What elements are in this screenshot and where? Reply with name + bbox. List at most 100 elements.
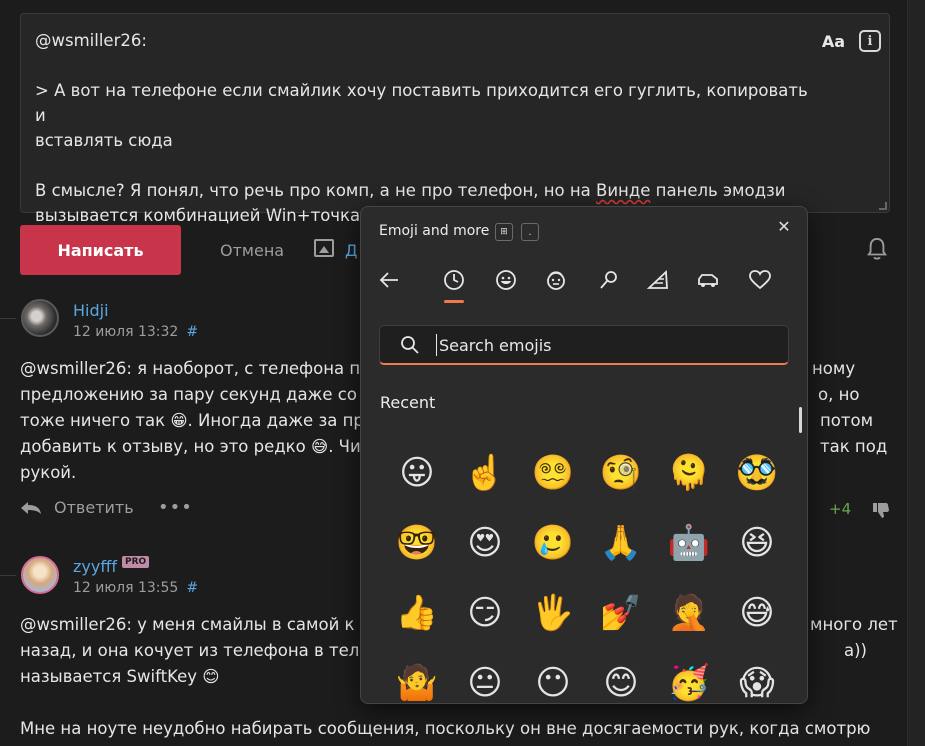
comment-line: предложению за пару секунд даже со с xyxy=(20,385,372,404)
period-key-icon: . xyxy=(521,223,539,241)
close-button[interactable]: ✕ xyxy=(773,215,795,237)
emoji-cell[interactable]: 🖐️ xyxy=(519,583,587,643)
emoji-cell[interactable]: 😐 xyxy=(451,653,519,703)
editor-line: В смысле? Я понял, что речь про комп, а … xyxy=(35,178,815,203)
emoji-cell[interactable]: 🥸 xyxy=(723,443,791,503)
comment-score: +4 xyxy=(829,500,852,518)
tab-symbols[interactable] xyxy=(591,263,625,297)
comment-line: потом xyxy=(820,411,874,430)
emoji-cell[interactable]: 🫠 xyxy=(655,443,723,503)
emoji-row: 🤓 😍 🥲 🙏 🤖 😆 xyxy=(383,513,793,583)
editor-line: @wsmiller26: xyxy=(35,31,147,50)
page-scroll-strip xyxy=(907,0,925,746)
back-button[interactable] xyxy=(373,263,407,297)
emoji-row: 👍 😏 🖐️ 💅 🤦 😅 xyxy=(383,583,793,653)
resize-grip[interactable] xyxy=(879,202,887,210)
emoji-cell[interactable]: 🙏 xyxy=(587,513,655,573)
emoji-cell[interactable]: 🥲 xyxy=(519,513,587,573)
comment-author[interactable]: Hidji xyxy=(73,301,109,320)
reply-editor[interactable]: @wsmiller26: > А вот на телефоне если см… xyxy=(20,13,890,225)
emoji-cell[interactable]: ☝️ xyxy=(451,443,519,503)
tab-emoji[interactable] xyxy=(489,263,523,297)
heart-icon xyxy=(749,270,771,290)
editor-text-fragment: В смысле? Я понял, что речь про комп, а … xyxy=(35,181,597,200)
gif-icon xyxy=(646,270,668,289)
comment-author[interactable]: zyyfff xyxy=(73,557,117,576)
comment-line: рукой. xyxy=(20,463,77,482)
comment-line: а)) xyxy=(844,641,867,660)
emoji-cell[interactable]: 😏 xyxy=(451,583,519,643)
emoji-cell[interactable]: 💅 xyxy=(587,583,655,643)
emoji-cell[interactable]: 👍 xyxy=(383,583,451,643)
reply-action[interactable]: Ответить xyxy=(20,498,134,517)
emoji-search-box[interactable] xyxy=(379,325,789,365)
emoji-cell[interactable]: 🤓 xyxy=(383,513,451,573)
emoji-category-bar xyxy=(361,263,807,305)
emoji-cell[interactable]: 😱 xyxy=(723,653,791,703)
emoji-panel: Emoji and more ⊞ . ✕ Recent xyxy=(360,206,808,704)
search-icon xyxy=(401,336,419,354)
editor-content[interactable]: @wsmiller26: > А вот на телефоне если см… xyxy=(35,28,815,228)
pro-badge: PRO xyxy=(122,556,150,568)
comment-line: о, но xyxy=(818,385,860,404)
scrollbar-thumb[interactable] xyxy=(799,407,802,433)
emoji-cell[interactable]: 😊 xyxy=(587,653,655,703)
image-icon[interactable] xyxy=(314,239,334,257)
magic-wand-icon xyxy=(600,271,617,289)
emoji-cell[interactable]: 🧐 xyxy=(587,443,655,503)
editor-text-fragment: панель эмодзи xyxy=(650,181,786,200)
tab-kaomoji[interactable] xyxy=(539,263,573,297)
editor-line xyxy=(35,53,815,78)
emoji-cell[interactable]: 😅 xyxy=(723,583,791,643)
thread-line xyxy=(0,575,16,576)
tab-favorites[interactable] xyxy=(743,263,777,297)
comment-date: 12 июля 13:55 xyxy=(73,580,179,596)
comment-line: много лет xyxy=(810,615,898,634)
emoji-cell[interactable]: 😛 xyxy=(383,443,451,503)
comment-line: ному xyxy=(812,359,856,378)
comment-meta: 12 июля 13:32 # xyxy=(73,324,198,340)
emoji-cell[interactable]: 😍 xyxy=(451,513,519,573)
comment-permalink[interactable]: # xyxy=(186,580,198,596)
text-format-button[interactable]: Aa xyxy=(822,32,845,51)
misspelled-word[interactable]: Винде xyxy=(596,181,650,200)
comment-body-right: ному о, но потом так под xyxy=(812,356,887,460)
bell-icon[interactable] xyxy=(866,236,888,262)
search-input[interactable] xyxy=(436,334,766,356)
emoji-cell[interactable]: 🥳 xyxy=(655,653,723,703)
emoji-cell[interactable]: 😆 xyxy=(723,513,791,573)
car-icon xyxy=(698,274,718,287)
comment-permalink[interactable]: # xyxy=(186,324,198,340)
emoji-cell[interactable]: 🤖 xyxy=(655,513,723,573)
emoji-row: 🤷 😐 😶 😊 🥳 😱 xyxy=(383,653,793,703)
cancel-button[interactable]: Отмена xyxy=(220,241,284,260)
thumbs-down-icon[interactable] xyxy=(872,501,890,519)
emoji-cell[interactable]: 🤦 xyxy=(655,583,723,643)
tab-transport[interactable] xyxy=(691,263,725,297)
emoji-cell[interactable]: 🤷 xyxy=(383,653,451,703)
emoji-cell[interactable]: 😶 xyxy=(519,653,587,703)
emoji-grid: 😛 ☝️ 😵‍💫 🧐 🫠 🥸 🤓 😍 🥲 🙏 🤖 😆 👍 😏 🖐️ 💅 🤦 😅 … xyxy=(383,443,793,703)
comment-line: @wsmiller26: я наоборот, с телефона п xyxy=(20,359,361,378)
comment-body: @wsmiller26: я наоборот, с телефона п пр… xyxy=(20,356,374,486)
comment-line: так под xyxy=(820,437,888,456)
reply-icon xyxy=(21,501,41,514)
face-icon xyxy=(547,271,565,290)
emoji-row: 😛 ☝️ 😵‍💫 🧐 🫠 🥸 xyxy=(383,443,793,513)
info-icon[interactable]: i xyxy=(859,30,881,52)
recent-section-label: Recent xyxy=(380,393,436,412)
back-arrow-icon xyxy=(379,272,398,288)
submit-comment-button[interactable]: Написать xyxy=(20,225,181,275)
emoji-cell[interactable]: 😵‍💫 xyxy=(519,443,587,503)
editor-line xyxy=(35,153,815,178)
comment-meta: 12 июля 13:55 # xyxy=(73,580,198,596)
clock-icon xyxy=(444,270,464,290)
avatar[interactable] xyxy=(21,299,59,337)
attach-image-link[interactable]: Д xyxy=(345,241,358,260)
tab-recent[interactable] xyxy=(437,263,471,303)
emoji-panel-title: Emoji and more xyxy=(379,223,490,239)
avatar[interactable] xyxy=(21,556,59,594)
tab-gif[interactable] xyxy=(641,263,675,297)
more-options-button[interactable]: ••• xyxy=(158,497,193,518)
windows-key-icon: ⊞ xyxy=(495,223,513,241)
